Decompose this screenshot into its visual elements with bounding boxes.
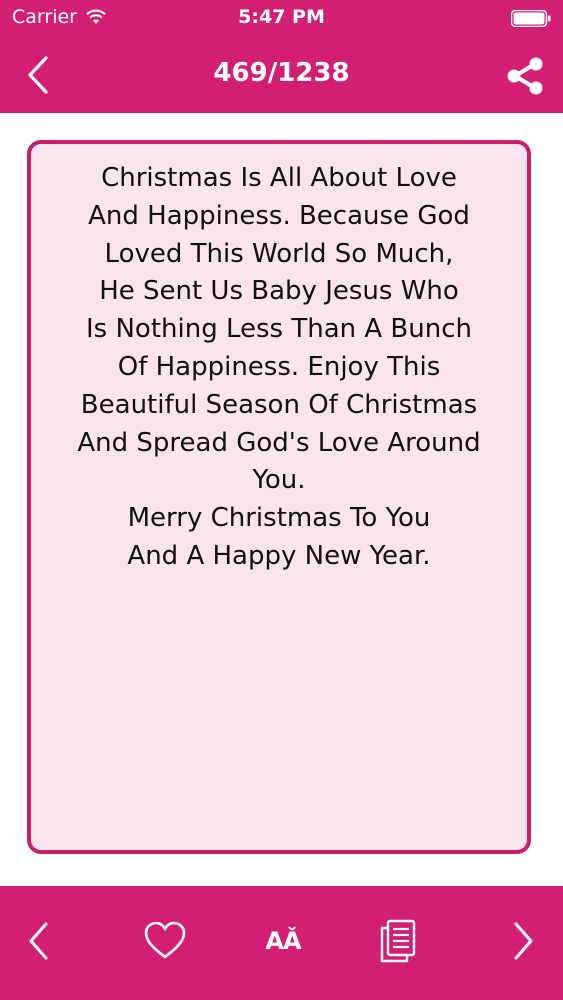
bottom-toolbar: AǍ [0, 886, 563, 1000]
page-counter: 469/1238 [213, 58, 350, 88]
share-icon [507, 57, 543, 95]
font-size-icon: AǍ [265, 927, 301, 955]
favorite-button[interactable] [140, 916, 190, 966]
previous-icon [29, 922, 48, 960]
next-icon [514, 922, 533, 960]
status-bar: Carrier 5:47 PM [0, 0, 563, 36]
quote-text[interactable]: Christmas Is All About Love And Happines… [49, 160, 509, 576]
battery-icon [511, 10, 551, 27]
status-time: 5:47 PM [238, 6, 325, 28]
previous-button[interactable] [14, 916, 64, 966]
copy-icon [380, 919, 416, 963]
top-bar: Carrier 5:47 PM 469/1238 [0, 0, 563, 113]
quote-card: Christmas Is All About Love And Happines… [27, 140, 531, 854]
share-button[interactable] [505, 56, 545, 96]
next-button[interactable] [498, 916, 548, 966]
heart-icon [144, 921, 186, 959]
font-size-button[interactable]: AǍ [258, 916, 308, 966]
app-screen: Carrier 5:47 PM 469/1238 Christmas Is Al… [0, 0, 563, 1000]
copy-button[interactable] [372, 916, 422, 966]
navigation-bar: 469/1238 [0, 36, 563, 113]
